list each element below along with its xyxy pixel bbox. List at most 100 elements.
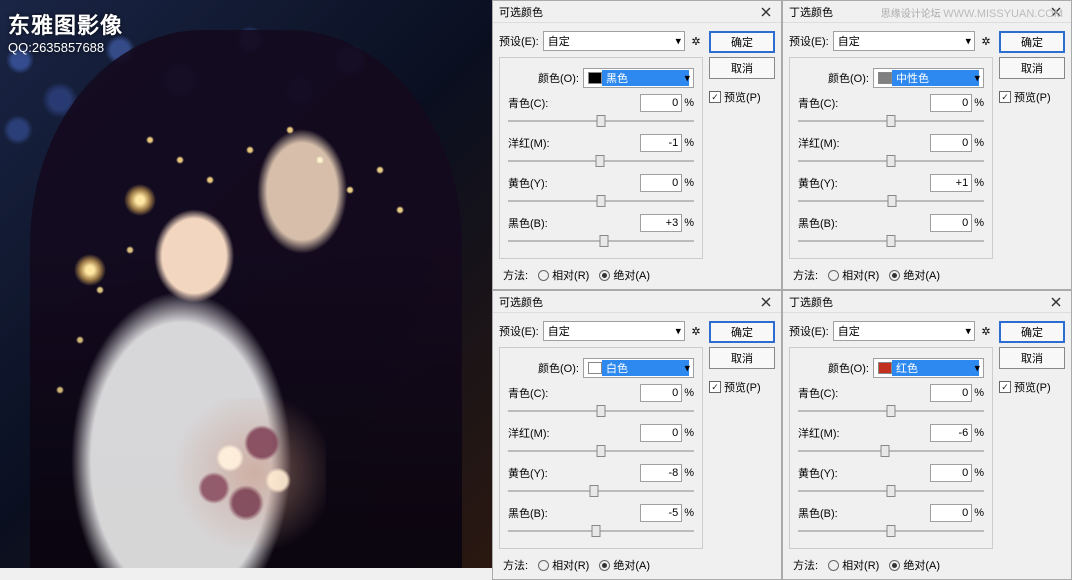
relative-radio[interactable]: 相对(R) [538,557,589,573]
gear-icon[interactable]: ✲ [979,34,993,48]
dialog-title: 可选颜色 [499,4,543,20]
close-icon[interactable] [1047,293,1065,311]
magenta-label: 洋红(M): [508,135,550,151]
magenta-slider[interactable] [508,444,694,458]
preset-label: 预设(E): [499,33,539,49]
magenta-slider[interactable] [798,444,984,458]
yellow-input[interactable] [640,464,682,482]
selective-color-dialog-black: 可选颜色 预设(E): 自定 ▾ ✲ 颜色(O): [492,0,782,290]
color-name: 黑色 [602,70,689,86]
cyan-input[interactable] [930,94,972,112]
yellow-input[interactable] [930,174,972,192]
magenta-slider[interactable] [798,154,984,168]
black-slider[interactable] [798,234,984,248]
relative-radio[interactable]: 相对(R) [828,557,879,573]
color-select[interactable]: 黑色 ▾ [583,68,694,88]
ok-button[interactable]: 确定 [999,31,1065,53]
black-input[interactable] [930,504,972,522]
color-select[interactable]: 中性色▾ [873,68,984,88]
watermark-title: 东雅图影像 [8,8,123,40]
yellow-slider[interactable] [798,194,984,208]
preset-select[interactable]: 自定▾ [833,31,975,51]
cyan-slider[interactable] [508,404,694,418]
yellow-slider[interactable] [798,484,984,498]
black-slider[interactable] [508,234,694,248]
absolute-radio[interactable]: 绝对(A) [889,557,940,573]
black-input[interactable] [640,504,682,522]
cyan-slider[interactable] [508,114,694,128]
color-name: 白色 [602,360,689,376]
gear-icon[interactable]: ✲ [979,324,993,338]
gear-icon[interactable]: ✲ [689,34,703,48]
magenta-input[interactable] [640,424,682,442]
yellow-slider[interactable] [508,484,694,498]
close-icon[interactable] [757,3,775,21]
relative-radio[interactable]: 相对(R) [828,267,879,283]
cyan-input[interactable] [930,384,972,402]
yellow-slider[interactable] [508,194,694,208]
selective-color-dialog-neutral: 思缘设计论坛 WWW.MISSYUAN.COM 丁选颜色 预设(E): 自定▾ … [782,0,1072,290]
magenta-input[interactable] [930,424,972,442]
yellow-input[interactable] [930,464,972,482]
cyan-slider[interactable] [798,114,984,128]
absolute-radio[interactable]: 绝对(A) [599,557,650,573]
ok-button[interactable]: 确定 [999,321,1065,343]
absolute-radio[interactable]: 绝对(A) [889,267,940,283]
black-slider[interactable] [798,524,984,538]
ok-button[interactable]: 确定 [709,321,775,343]
absolute-radio[interactable]: 绝对(A) [599,267,650,283]
selective-color-dialog-red: 丁选颜色 预设(E): 自定▾ ✲ 颜色(O): 红色▾ 青色(C):% 洋红(… [782,290,1072,580]
cancel-button[interactable]: 取消 [999,57,1065,79]
chevron-down-icon: ▾ [965,325,971,338]
chevron-down-icon: ▾ [684,72,690,85]
close-icon[interactable] [1047,3,1065,21]
bouquet-decor [166,398,326,548]
chevron-down-icon: ▾ [974,72,980,85]
relative-label: 相对(R) [552,267,589,283]
color-label: 颜色(O): [538,70,579,86]
cyan-slider[interactable] [798,404,984,418]
preview-checkbox[interactable]: ✓ [999,381,1011,393]
black-input[interactable] [640,214,682,232]
relative-radio[interactable]: 相对(R) [538,267,589,283]
color-name: 中性色 [892,70,979,86]
cancel-button[interactable]: 取消 [709,347,775,369]
dialog-titlebar: 丁选颜色 [783,1,1071,23]
preview-checkbox[interactable]: ✓ [999,91,1011,103]
cancel-button[interactable]: 取消 [999,347,1065,369]
close-icon[interactable] [757,293,775,311]
chevron-down-icon: ▾ [675,325,681,338]
ok-button[interactable]: 确定 [709,31,775,53]
color-swatch [878,362,892,374]
cyan-input[interactable] [640,94,682,112]
color-select[interactable]: 红色▾ [873,358,984,378]
selective-color-dialog-white: 可选颜色 预设(E): 自定▾ ✲ 颜色(O): 白色▾ 青色(C):% 洋红(… [492,290,782,580]
gear-icon[interactable]: ✲ [689,324,703,338]
method-label: 方法: [503,267,528,283]
color-swatch [588,362,602,374]
preview-checkbox[interactable]: ✓ [709,91,721,103]
color-select[interactable]: 白色▾ [583,358,694,378]
preset-select[interactable]: 自定▾ [543,321,685,341]
preset-select[interactable]: 自定 ▾ [543,31,685,51]
pct: % [684,97,694,109]
black-input[interactable] [930,214,972,232]
preset-select[interactable]: 自定▾ [833,321,975,341]
chevron-down-icon: ▾ [974,362,980,375]
color-name: 红色 [892,360,979,376]
preset-label: 预设(E): [789,33,829,49]
magenta-input[interactable] [640,134,682,152]
magenta-slider[interactable] [508,154,694,168]
yellow-input[interactable] [640,174,682,192]
cyan-input[interactable] [640,384,682,402]
preview-label: 预览(P) [724,89,761,105]
dialog-title: 丁选颜色 [789,4,833,20]
preview-checkbox[interactable]: ✓ [709,381,721,393]
cancel-button[interactable]: 取消 [709,57,775,79]
preview-photo: 东雅图影像 QQ:2635857688 [0,0,492,568]
color-label: 颜色(O): [828,70,869,86]
watermark-qq: QQ:2635857688 [8,40,123,55]
black-slider[interactable] [508,524,694,538]
yellow-label: 黄色(Y): [508,175,548,191]
magenta-input[interactable] [930,134,972,152]
